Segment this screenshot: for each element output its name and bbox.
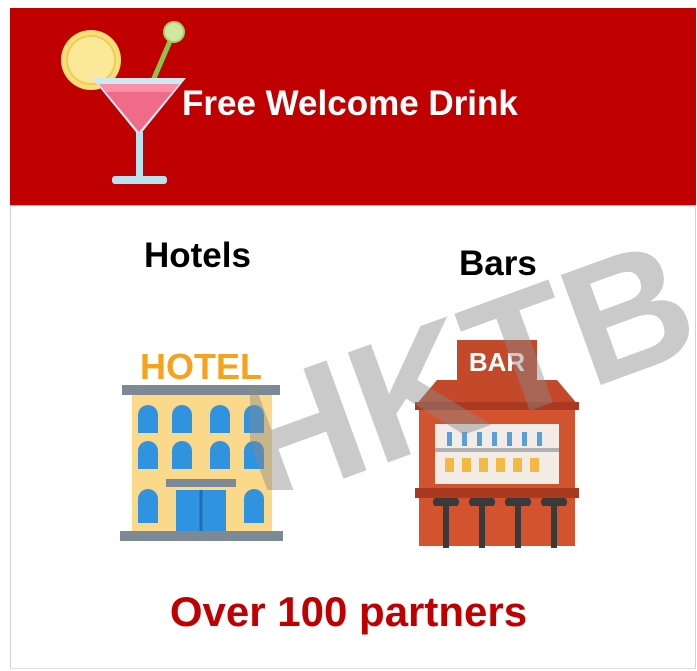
header-title: Free Welcome Drink: [182, 84, 518, 123]
bar-sign: BAR: [469, 347, 526, 377]
partners-tagline: Over 100 partners: [169, 588, 528, 635]
bars-label: Bars: [459, 244, 537, 283]
hotel-sign: HOTEL: [140, 346, 262, 387]
hotels-label: Hotels: [144, 236, 251, 275]
cocktail-icon: [61, 21, 186, 184]
bar-icon: BAR: [415, 340, 579, 548]
hotel-icon: HOTEL: [120, 346, 283, 541]
